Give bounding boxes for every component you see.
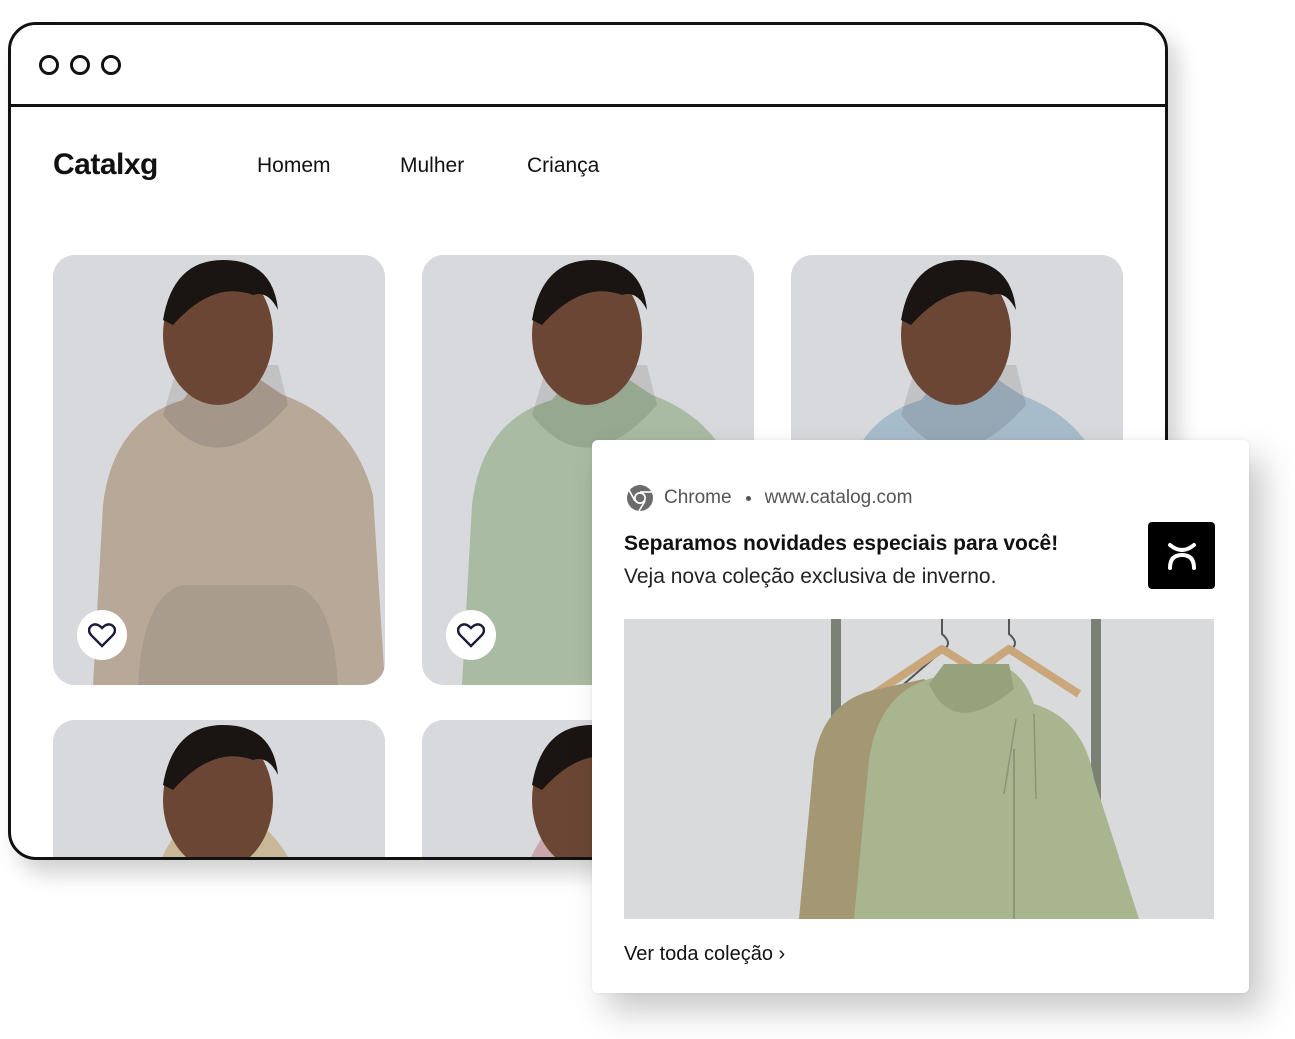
- nav-item-mulher[interactable]: Mulher: [400, 154, 464, 178]
- catalog-mark-icon: [1167, 542, 1196, 570]
- favorite-button[interactable]: [446, 610, 496, 660]
- push-notification[interactable]: Chrome www.catalog.com Separamos novidad…: [592, 440, 1249, 993]
- nav-item-homem[interactable]: Homem: [257, 154, 331, 178]
- notification-header: Chrome www.catalog.com: [626, 484, 912, 512]
- product-image: [53, 720, 385, 857]
- notification-title: Separamos novidades especiais para você!: [624, 532, 1059, 555]
- chrome-icon: [627, 485, 653, 512]
- separator-dot: [745, 495, 751, 501]
- window-control-maximize[interactable]: [101, 55, 121, 75]
- notification-url: www.catalog.com: [764, 487, 913, 508]
- brand-logo-icon: [1148, 522, 1215, 589]
- site-navbar: Catalxg Homem Mulher Criança: [11, 110, 1165, 220]
- notification-image: [624, 619, 1214, 919]
- window-titlebar: [11, 25, 1165, 107]
- heart-icon: [88, 623, 116, 648]
- notification-app-name: Chrome: [664, 487, 732, 508]
- view-collection-link[interactable]: Ver toda coleção ›: [624, 943, 785, 966]
- favorite-button[interactable]: [77, 610, 127, 660]
- window-control-minimize[interactable]: [70, 55, 90, 75]
- window-control-close[interactable]: [39, 55, 59, 75]
- notification-body: Veja nova coleção exclusiva de inverno.: [624, 565, 997, 588]
- product-card[interactable]: [53, 720, 385, 857]
- product-card[interactable]: [53, 255, 385, 685]
- heart-icon: [457, 623, 485, 648]
- nav-item-crianca[interactable]: Criança: [527, 154, 599, 178]
- site-logo[interactable]: Catalxg: [53, 148, 158, 182]
